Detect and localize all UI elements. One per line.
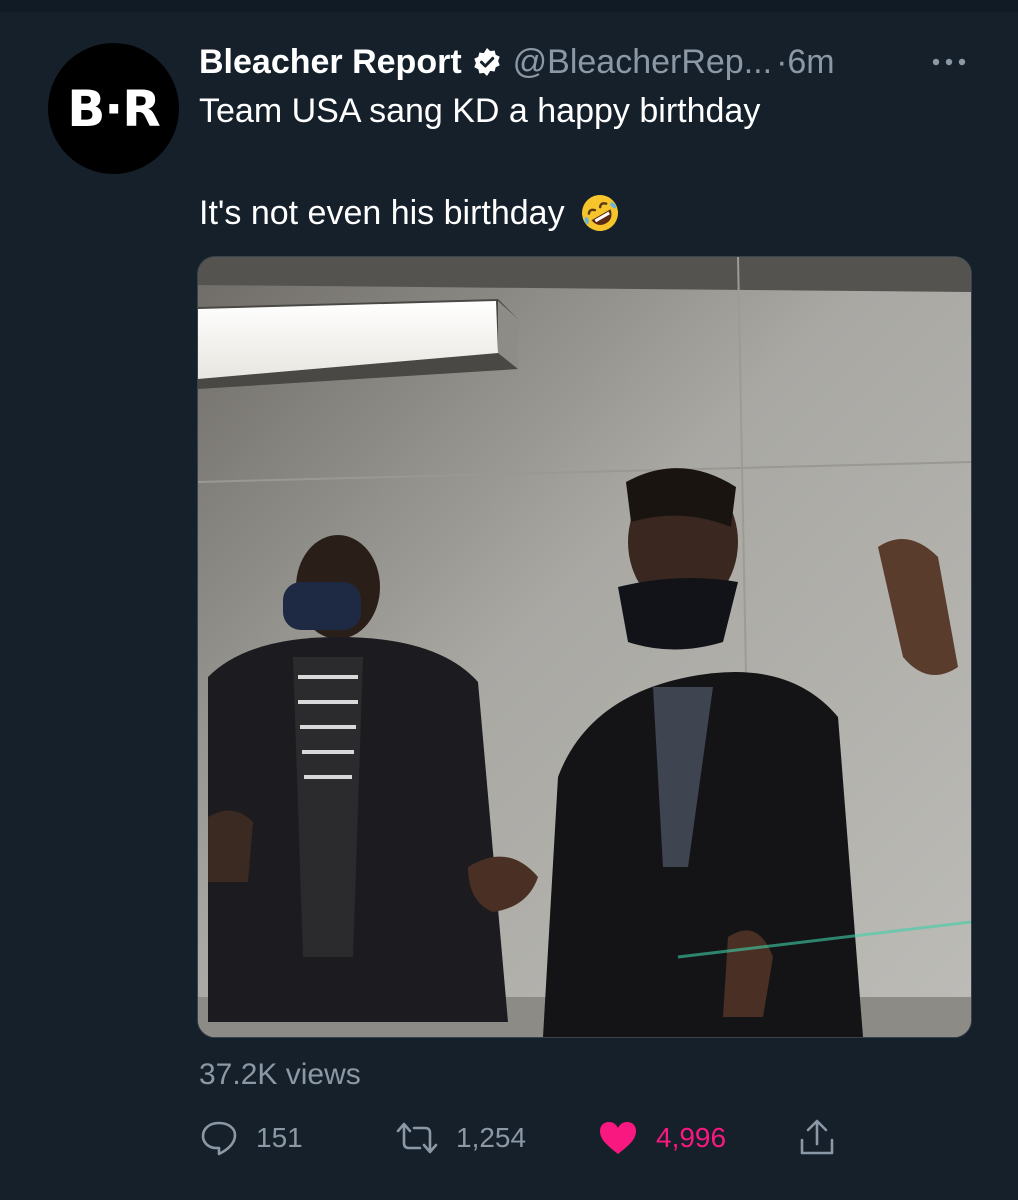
heart-icon (600, 1122, 636, 1154)
more-icon[interactable] (932, 56, 966, 68)
view-count: 37.2K views (199, 1058, 361, 1091)
avatar-logo-text: B·R (67, 79, 161, 138)
display-name[interactable]: Bleacher Report (199, 43, 462, 82)
tweet-video[interactable] (197, 256, 972, 1038)
user-handle[interactable]: @BleacherRep... (513, 43, 772, 82)
like-button[interactable]: 4,996 (598, 1114, 726, 1162)
tweet-text-line-1: Team USA sang KD a happy birthday (199, 92, 761, 130)
avatar[interactable]: B·R (48, 43, 179, 174)
reply-icon (201, 1121, 237, 1156)
verified-badge-icon (473, 48, 500, 76)
tweet-text-line-2-text: It's not even his birthday (199, 193, 565, 232)
tweet-timestamp[interactable]: 6m (787, 43, 834, 82)
separator-dot: · (776, 42, 788, 81)
like-count: 4,996 (656, 1122, 727, 1153)
retweet-button[interactable]: 1,254 (396, 1114, 526, 1162)
rolling-on-the-floor-laughing-emoji-icon (581, 195, 618, 231)
retweet-icon (396, 1122, 438, 1154)
share-icon (800, 1119, 834, 1155)
share-button[interactable] (798, 1114, 836, 1162)
top-divider (0, 0, 1018, 12)
reply-count: 151 (256, 1122, 303, 1153)
video-frame-image (198, 257, 971, 1037)
reply-button[interactable]: 151 (200, 1114, 303, 1162)
retweet-count: 1,254 (456, 1122, 527, 1153)
tweet-text-line-2: It's not even his birthday (199, 192, 621, 234)
tweet-header: Bleacher Report @BleacherRep... · 6m (199, 40, 979, 84)
